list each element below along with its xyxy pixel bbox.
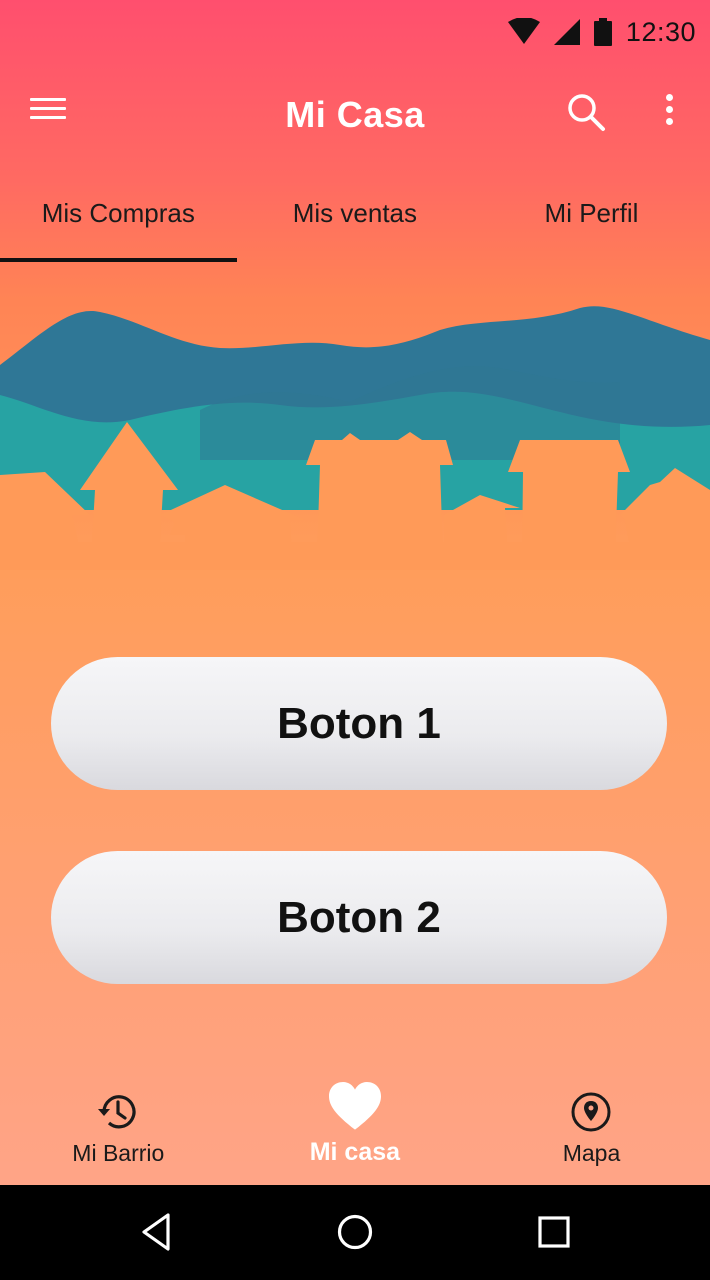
app-bar: Mi Casa (0, 64, 710, 174)
tab-bar: Mis Compras Mis ventas Mi Perfil (0, 174, 710, 264)
heart-icon (328, 1082, 381, 1130)
app-screen: 12:30 Mi Casa Mis Compras Mis ventas Mi … (0, 0, 710, 1185)
bottom-nav: Mi Barrio Mi casa Mapa (0, 1080, 710, 1185)
button-1[interactable]: Boton 1 (51, 657, 667, 790)
recents-icon[interactable] (529, 1207, 579, 1257)
nav-item-mapa[interactable]: Mapa (473, 1080, 710, 1185)
signal-icon (553, 19, 580, 45)
history-icon (98, 1095, 136, 1129)
more-vert-icon[interactable] (654, 90, 684, 134)
search-icon[interactable] (566, 92, 606, 132)
button-2[interactable]: Boton 2 (51, 851, 667, 984)
home-icon[interactable] (330, 1207, 380, 1257)
tab-mis-compras[interactable]: Mis Compras (0, 174, 237, 264)
nav-item-mi-casa[interactable]: Mi casa (237, 1080, 474, 1185)
neighborhood-illustration (0, 306, 710, 570)
status-bar: 12:30 (0, 0, 710, 64)
system-nav-bar (0, 1185, 710, 1280)
nav-label-mapa: Mapa (562, 1140, 621, 1166)
map-pin-icon (571, 1092, 611, 1132)
wifi-icon (507, 18, 540, 44)
battery-icon (593, 18, 612, 46)
status-time: 12:30 (625, 16, 696, 47)
tab-mi-perfil[interactable]: Mi Perfil (473, 174, 710, 264)
back-icon[interactable] (132, 1207, 182, 1257)
tab-mis-ventas[interactable]: Mis ventas (237, 174, 474, 264)
nav-label-mi-barrio: Mi Barrio (72, 1140, 165, 1166)
nav-label-mi-casa: Mi casa (309, 1138, 401, 1166)
nav-item-mi-barrio[interactable]: Mi Barrio (0, 1080, 237, 1185)
